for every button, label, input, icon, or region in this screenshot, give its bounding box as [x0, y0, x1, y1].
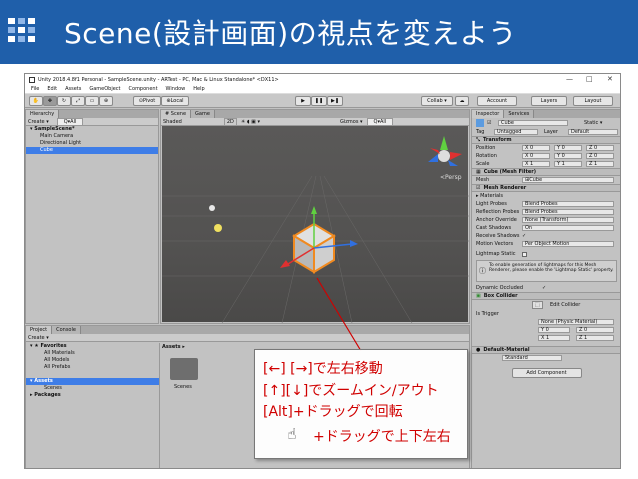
callout-line-2: [↑][↓]でズームイン/アウト	[263, 383, 439, 399]
instruction-callout: [←] [→]で左右移動 [↑][↓]でズームイン/アウト [Alt]+ドラッグ…	[254, 349, 468, 459]
callout-line-1: [←] [→]で左右移動	[263, 361, 383, 377]
hand-grab-icon: ☝	[287, 425, 297, 443]
callout-line-4: +ドラッグで上下左右	[313, 429, 451, 445]
callout-line-3: [Alt]+ドラッグで回転	[263, 404, 403, 420]
